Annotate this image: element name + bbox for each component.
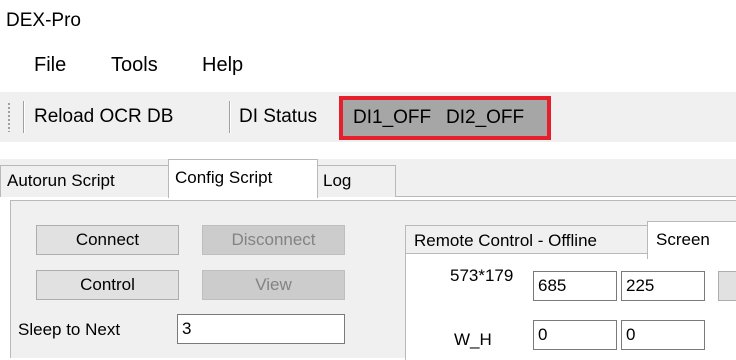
width-field[interactable]: 0 [533, 320, 617, 350]
toolbar: Reload OCR DB DI Status DI1_OFF DI2_OFF [0, 92, 736, 142]
sleep-to-next-label: Sleep to Next [18, 320, 121, 339]
window-title: DEX-Pro [6, 10, 81, 31]
tab-screen[interactable]: Screen [647, 221, 736, 259]
wh-label: W_H [454, 330, 492, 349]
control-button[interactable]: Control [36, 270, 179, 300]
resolution-label: 573*179 [450, 266, 514, 285]
menu-tools[interactable]: Tools [111, 54, 158, 77]
toolbar-separator [229, 101, 230, 133]
di2-status-label: DI2_OFF [446, 107, 525, 128]
di-status-button[interactable]: DI Status [239, 92, 317, 142]
tab-autorun-script[interactable]: Autorun Script [0, 165, 170, 197]
screen-page: 573*179 685 225 W_H 0 0 [405, 253, 736, 360]
screen-action-button[interactable] [718, 271, 736, 301]
toolbar-separator [23, 101, 24, 133]
di1-status-label: DI1_OFF [353, 107, 432, 128]
toolbar-grip[interactable] [7, 102, 11, 132]
menu-file[interactable]: File [34, 54, 66, 77]
menu-help[interactable]: Help [202, 54, 243, 77]
height-field[interactable]: 0 [621, 320, 705, 350]
main-tab-strip: Autorun Script Config Script Log [0, 159, 736, 198]
pos-y-field[interactable]: 225 [621, 271, 705, 301]
pos-x-field[interactable]: 685 [533, 271, 617, 301]
view-button[interactable]: View [202, 270, 345, 300]
reload-ocr-db-button[interactable]: Reload OCR DB [34, 92, 173, 142]
tab-config-script[interactable]: Config Script [168, 159, 318, 198]
tab-log[interactable]: Log [316, 165, 396, 197]
di-status-indicator: DI1_OFF DI2_OFF [339, 96, 551, 140]
sleep-to-next-field[interactable]: 3 [177, 314, 345, 344]
config-script-panel: Connect Disconnect Control View Sleep to… [10, 200, 736, 360]
connect-button[interactable]: Connect [36, 225, 179, 255]
disconnect-button[interactable]: Disconnect [202, 225, 345, 255]
